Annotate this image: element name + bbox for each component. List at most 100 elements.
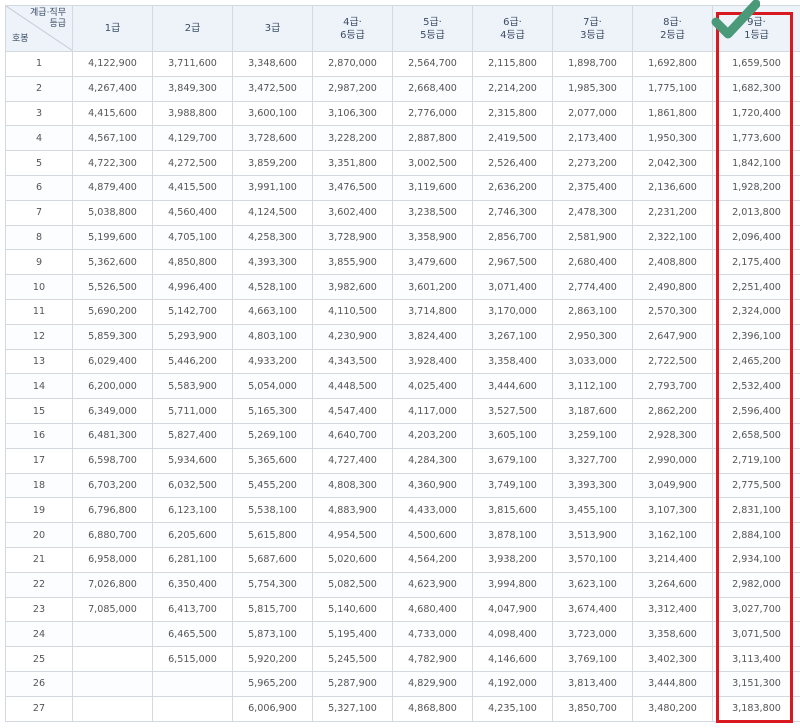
header-row: 계급·직무 등급 호봉 1급 2급 3급 4급· 6등급 5급· 5등급 6급· 4등급… (5, 5, 800, 52)
salary-cell: 6,465,500 (152, 621, 233, 648)
salary-cell: 2,322,100 (632, 224, 713, 251)
salary-cell: 3,071,400 (472, 274, 553, 300)
salary-cell: 5,446,200 (152, 348, 233, 375)
salary-cell: 3,170,000 (472, 298, 553, 325)
salary-cell: 3,728,600 (232, 125, 313, 152)
salary-cell: 2,231,200 (632, 199, 713, 226)
salary-cell: 2,793,700 (632, 373, 713, 400)
salary-cell: 1,950,300 (632, 125, 713, 152)
salary-cell: 2,934,100 (712, 546, 800, 573)
salary-cell: 2,928,300 (632, 422, 713, 449)
salary-cell: 2,532,400 (712, 373, 800, 400)
step-cell: 17 (5, 447, 73, 474)
salary-cell: 1,861,800 (632, 100, 713, 127)
salary-cell: 4,343,500 (312, 348, 393, 375)
salary-cell: 2,776,000 (392, 100, 473, 127)
salary-cell: 3,358,900 (392, 224, 473, 251)
salary-cell: 5,455,200 (232, 472, 313, 499)
step-cell: 13 (5, 348, 73, 375)
table-row: 18 6,703,200 6,032,500 5,455,200 4,808,300 4,… (5, 472, 800, 499)
salary-cell: 6,032,500 (152, 472, 233, 499)
salary-cell: 3,348,600 (232, 51, 313, 77)
salary-cell: 4,564,200 (392, 546, 473, 573)
salary-cell: 6,123,100 (152, 497, 233, 524)
step-cell: 25 (5, 646, 73, 672)
column-header: 5급· 5등급 (392, 5, 473, 52)
salary-cell: 2,884,100 (712, 522, 800, 548)
salary-cell: 2,647,900 (632, 323, 713, 350)
salary-cell: 5,269,100 (232, 422, 313, 449)
salary-cell: 5,827,400 (152, 422, 233, 449)
salary-cell: 5,365,600 (232, 447, 313, 474)
step-cell: 1 (5, 51, 73, 77)
step-cell: 15 (5, 398, 73, 424)
salary-cell: 4,129,700 (152, 125, 233, 152)
salary-cell: 2,831,100 (712, 497, 800, 524)
step-cell: 21 (5, 546, 73, 573)
salary-cell: 6,481,300 (72, 422, 153, 449)
salary-cell: 4,272,500 (152, 150, 233, 176)
column-header: 7급· 3등급 (552, 5, 633, 52)
salary-cell: 4,025,400 (392, 373, 473, 400)
salary-cell: 4,933,200 (232, 348, 313, 375)
salary-cell: 2,658,500 (712, 422, 800, 449)
salary-cell: 4,433,000 (392, 497, 473, 524)
salary-cell: 3,749,100 (472, 472, 553, 499)
salary-cell: 3,605,100 (472, 422, 553, 449)
salary-cell: 5,362,600 (72, 249, 153, 276)
salary-cell: 5,287,900 (312, 670, 393, 697)
salary-cell: 2,746,300 (472, 199, 553, 226)
salary-cell: 3,351,800 (312, 150, 393, 176)
salary-cell: 1,842,100 (712, 150, 800, 176)
salary-cell: 2,982,000 (712, 571, 800, 598)
salary-cell: 3,994,800 (472, 571, 553, 598)
salary-cell: 3,480,200 (632, 695, 713, 722)
table-row: 13 6,029,400 5,446,200 4,933,200 4,343,500 3,… (5, 348, 800, 375)
salary-cell: 5,687,600 (232, 546, 313, 573)
table-row: 25 6,515,000 5,920,200 5,245,500 4,782,900 4,… (5, 646, 800, 672)
salary-cell: 4,230,900 (312, 323, 393, 350)
salary-cell: 3,859,200 (232, 150, 313, 176)
table-row: 12 5,859,300 5,293,900 4,803,100 4,230,900 3,… (5, 323, 800, 350)
salary-cell: 2,680,400 (552, 249, 633, 276)
salary-cell: 4,623,900 (392, 571, 473, 598)
salary-cell: 2,775,500 (712, 472, 800, 499)
salary-cell: 5,082,500 (312, 571, 393, 598)
salary-cell: 1,682,300 (712, 75, 800, 102)
salary-cell: 2,862,200 (632, 398, 713, 424)
salary-cell: 4,117,000 (392, 398, 473, 424)
salary-cell: 2,719,100 (712, 447, 800, 474)
step-cell: 3 (5, 100, 73, 127)
salary-cell: 3,855,900 (312, 249, 393, 276)
column-header: 6급· 4등급 (472, 5, 553, 52)
salary-cell: 6,006,900 (232, 695, 313, 722)
column-header: 9급· 1등급 (712, 5, 800, 52)
step-cell: 2 (5, 75, 73, 102)
salary-cell: 4,808,300 (312, 472, 393, 499)
salary-cell: 2,870,000 (312, 51, 393, 77)
salary-cell: 6,515,000 (152, 646, 233, 672)
salary-cell: 2,570,300 (632, 298, 713, 325)
salary-cell: 3,728,900 (312, 224, 393, 251)
salary-cell: 1,659,500 (712, 51, 800, 77)
salary-cell: 5,327,100 (312, 695, 393, 722)
salary-cell: 5,615,800 (232, 522, 313, 548)
column-header: 3급 (232, 5, 313, 52)
salary-cell: 4,996,400 (152, 274, 233, 300)
salary-cell: 2,950,300 (552, 323, 633, 350)
column-header: 8급· 2등급 (632, 5, 713, 52)
salary-cell: 4,098,400 (472, 621, 553, 648)
salary-cell: 3,358,600 (632, 621, 713, 648)
salary-cell: 5,690,200 (72, 298, 153, 325)
table-row: 4 4,567,100 4,129,700 3,728,600 3,228,200 2,8… (5, 125, 800, 152)
salary-cell: 2,096,400 (712, 224, 800, 251)
salary-cell: 3,602,400 (312, 199, 393, 226)
salary-cell: 6,796,800 (72, 497, 153, 524)
salary-cell: 4,640,700 (312, 422, 393, 449)
salary-cell: 3,119,600 (392, 174, 473, 201)
salary-cell: 5,142,700 (152, 298, 233, 325)
salary-cell: 2,478,300 (552, 199, 633, 226)
salary-cell: 2,564,700 (392, 51, 473, 77)
salary-cell: 4,146,600 (472, 646, 553, 672)
table-body: 1 4,122,900 3,711,600 3,348,600 2,870,000 2,5… (5, 51, 800, 722)
